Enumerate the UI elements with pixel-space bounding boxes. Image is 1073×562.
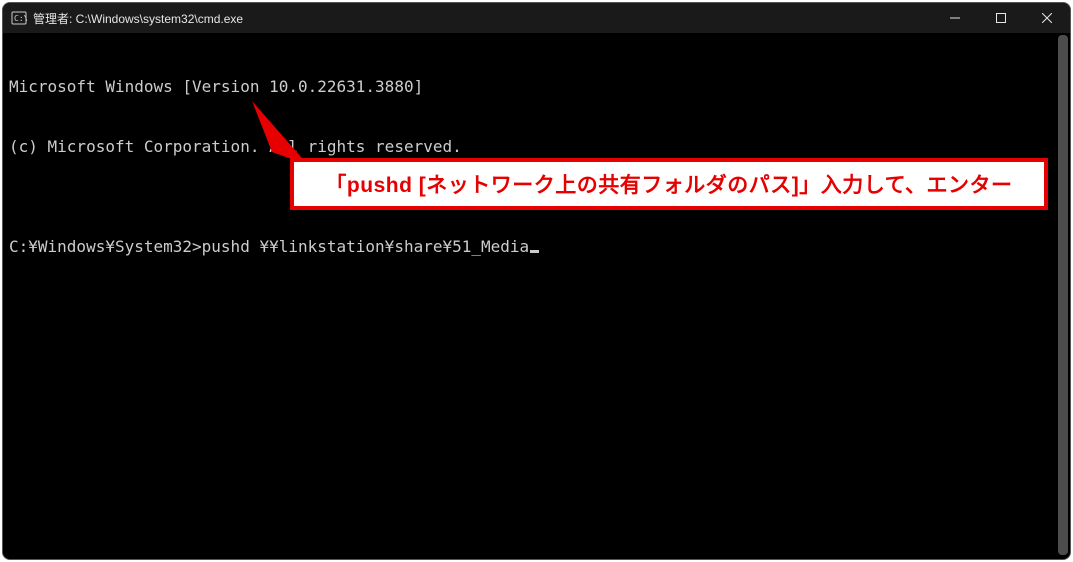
window-title: 管理者: C:\Windows\system32\cmd.exe xyxy=(33,10,243,27)
titlebar[interactable]: C:\ 管理者: C:\Windows\system32\cmd.exe xyxy=(3,3,1070,33)
cursor xyxy=(530,250,539,253)
minimize-button[interactable] xyxy=(932,3,978,33)
callout-text: 「pushd [ネットワーク上の共有フォルダのパス]」入力して、エンター xyxy=(325,169,1012,199)
copyright-line: (c) Microsoft Corporation. All rights re… xyxy=(9,137,1064,157)
scrollbar-thumb[interactable] xyxy=(1058,35,1068,555)
version-line: Microsoft Windows [Version 10.0.22631.38… xyxy=(9,77,1064,97)
instruction-callout: 「pushd [ネットワーク上の共有フォルダのパス]」入力して、エンター xyxy=(290,158,1048,210)
scrollbar[interactable] xyxy=(1058,35,1068,555)
cmd-icon: C:\ xyxy=(11,10,27,26)
prompt-text: C:¥Windows¥System32> xyxy=(9,237,202,256)
svg-text:C:\: C:\ xyxy=(14,14,27,23)
command-input[interactable]: pushd ¥¥linkstation¥share¥51_Media xyxy=(202,237,530,256)
prompt-line: C:¥Windows¥System32>pushd ¥¥linkstation¥… xyxy=(9,237,1064,257)
maximize-button[interactable] xyxy=(978,3,1024,33)
cmd-window: C:\ 管理者: C:\Windows\system32\cmd.exe Mic… xyxy=(2,2,1071,560)
terminal-output[interactable]: Microsoft Windows [Version 10.0.22631.38… xyxy=(3,33,1070,559)
close-button[interactable] xyxy=(1024,3,1070,33)
